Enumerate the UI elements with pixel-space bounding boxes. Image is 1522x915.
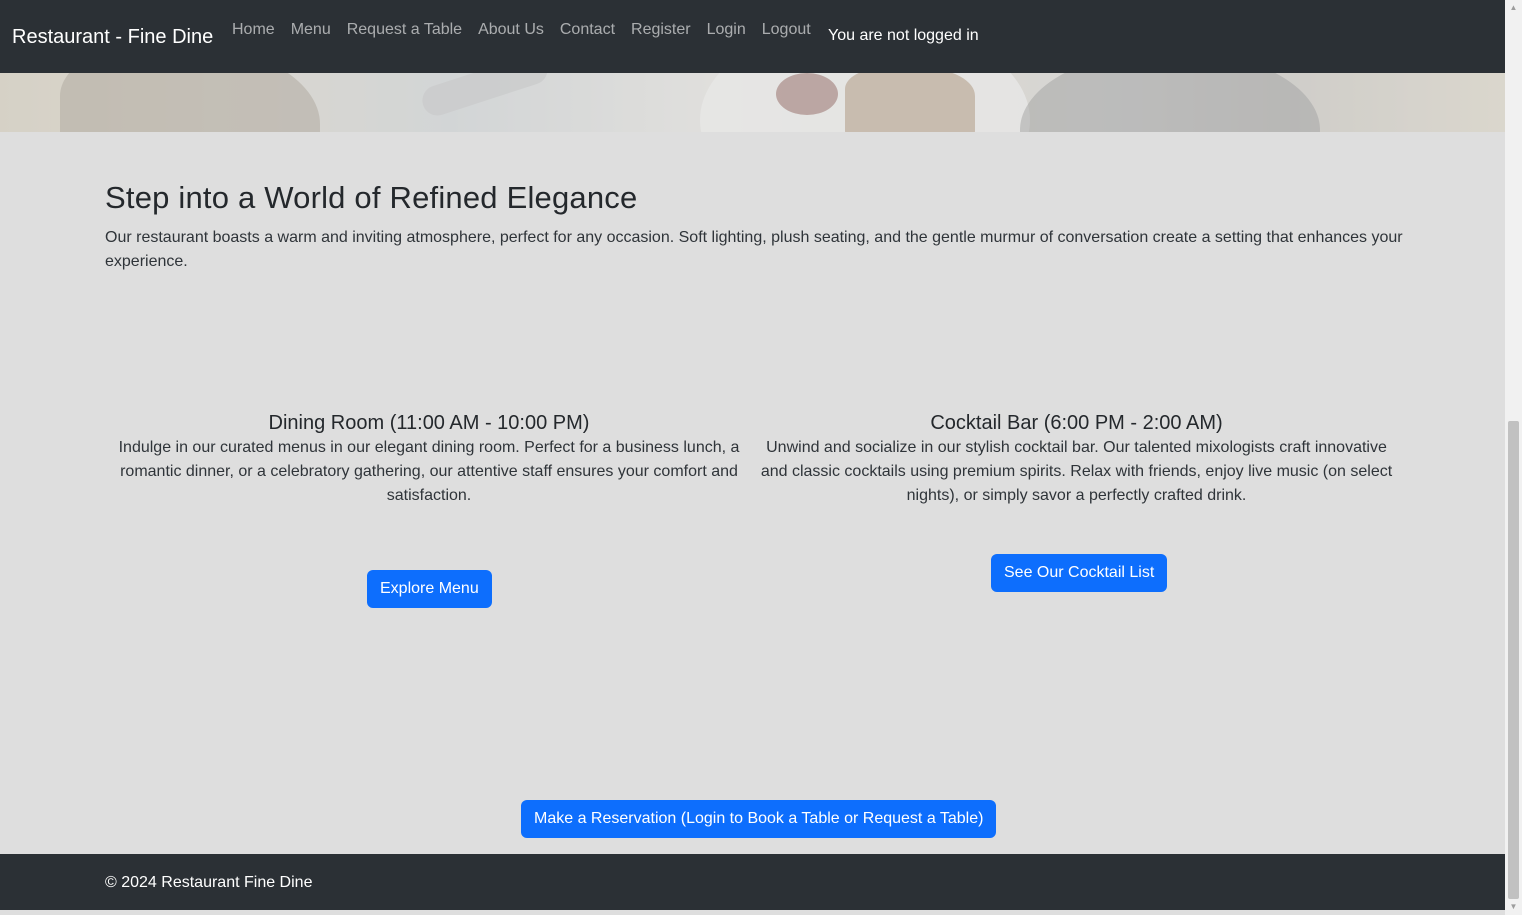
footer-copyright: © 2024 Restaurant Fine Dine	[105, 874, 313, 891]
nav-link-register[interactable]: Register	[623, 19, 699, 41]
intro-section: Step into a World of Refined Elegance Ou…	[105, 180, 1415, 274]
dining-room-card: Dining Room (11:00 AM - 10:00 PM) Indulg…	[113, 410, 745, 508]
page: Restaurant - Fine Dine Home Menu Request…	[0, 0, 1505, 915]
make-reservation-button[interactable]: Make a Reservation (Login to Book a Tabl…	[521, 800, 997, 838]
dining-room-title: Dining Room (11:00 AM - 10:00 PM)	[268, 412, 590, 434]
vertical-scrollbar[interactable]: ▲ ▼	[1505, 0, 1522, 915]
intro-heading: Step into a World of Refined Elegance	[105, 180, 638, 215]
nav-link-logout[interactable]: Logout	[754, 19, 819, 41]
nav-link-login[interactable]: Login	[699, 19, 754, 41]
top-navbar: Restaurant - Fine Dine Home Menu Request…	[0, 0, 1505, 73]
cocktail-list-button[interactable]: See Our Cocktail List	[991, 554, 1168, 592]
intro-text: Our restaurant boasts a warm and invitin…	[105, 229, 1403, 270]
explore-menu-button[interactable]: Explore Menu	[367, 570, 492, 608]
nav-link-request-table[interactable]: Request a Table	[339, 19, 470, 41]
cocktail-bar-card: Cocktail Bar (6:00 PM - 2:00 AM) Unwind …	[760, 410, 1393, 508]
scroll-up-arrow-icon[interactable]: ▲	[1505, 0, 1522, 16]
nav-link-menu[interactable]: Menu	[283, 19, 339, 41]
nav-link-about[interactable]: About Us	[470, 19, 552, 41]
login-status-text: You are not logged in	[828, 27, 979, 44]
scroll-down-arrow-icon[interactable]: ▼	[1505, 899, 1522, 915]
brand-link[interactable]: Restaurant - Fine Dine	[12, 26, 213, 49]
footer: © 2024 Restaurant Fine Dine	[0, 854, 1505, 910]
nav-link-home[interactable]: Home	[224, 19, 283, 41]
dining-room-text: Indulge in our curated menus in our eleg…	[118, 439, 740, 504]
nav-link-contact[interactable]: Contact	[552, 19, 623, 41]
nav-links: Home Menu Request a Table About Us Conta…	[224, 19, 819, 41]
scrollbar-thumb[interactable]	[1508, 421, 1519, 899]
cocktail-bar-text: Unwind and socialize in our stylish cock…	[760, 439, 1393, 504]
cocktail-bar-title: Cocktail Bar (6:00 PM - 2:00 AM)	[930, 412, 1223, 434]
